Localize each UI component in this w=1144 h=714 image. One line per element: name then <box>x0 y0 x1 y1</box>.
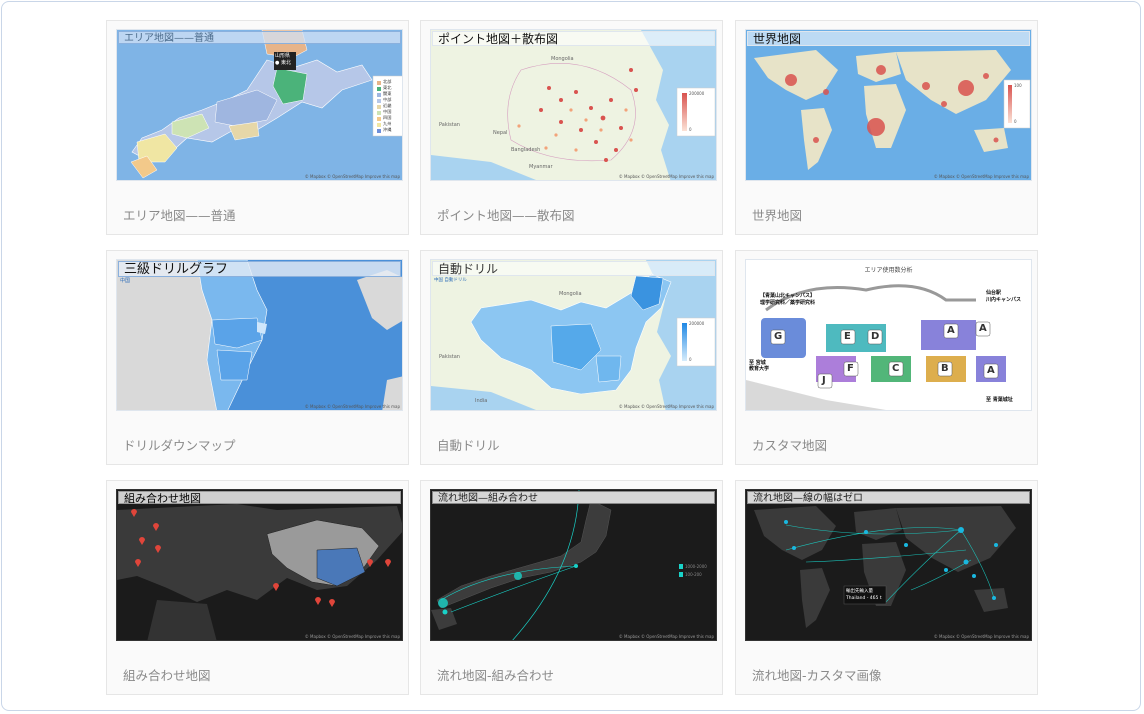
combination-map-svg <box>117 490 402 640</box>
place-label: Mongolia <box>551 56 574 62</box>
card-caption[interactable]: 組み合わせ地図 <box>123 665 211 684</box>
zone-label[interactable]: E <box>844 331 851 342</box>
world-map-svg <box>746 30 1031 180</box>
legend-min: 0 <box>1014 119 1017 124</box>
card-caption[interactable]: カスタマ地図 <box>752 435 827 454</box>
gallery-card-combination-map[interactable]: 組み合わせ地図 © Mapbox © OpenStreetMap Improve… <box>106 480 409 695</box>
map-tooltip: 輸出先輸入量 Thailand - 465 t <box>846 588 882 602</box>
legend-max: 200000 <box>689 321 705 326</box>
gallery-card-flow-custom-image[interactable]: 流れ地図—線の幅はゼロ 輸出先輸入量 Thailand - 465 t © Ma… <box>735 480 1038 695</box>
drilldown-map-svg <box>117 260 402 410</box>
map-attribution[interactable]: © Mapbox © OpenStreetMap Improve this ma… <box>619 174 714 179</box>
legend-min: 0 <box>689 357 692 362</box>
legend-max: 100 <box>1014 83 1022 88</box>
gallery-card-area-map[interactable]: エリア地図——普通 山形県 ● 東北 北部 東北 関東 中部 近畿 中国 四国 … <box>106 20 409 235</box>
label-text: 【青葉山北キャンパス】 <box>760 293 816 299</box>
gallery-card-custom-map[interactable]: エリア使用数分析 【青葉山北キャンパス】 理学研究科／薬学研究科 仙台駅 川内キ… <box>735 250 1038 465</box>
zone-label[interactable]: A <box>947 325 955 336</box>
gallery-card-drilldown-map[interactable]: 三級ドリルグラフ 中国 © Mapbox © OpenStreetMap Imp… <box>106 250 409 465</box>
map-attribution[interactable]: © Mapbox © OpenStreetMap Improve this ma… <box>305 404 400 409</box>
card-caption[interactable]: 流れ地図-組み合わせ <box>437 665 554 684</box>
thumbnail-drilldown-map[interactable]: 三級ドリルグラフ 中国 © Mapbox © OpenStreetMap Imp… <box>116 259 403 411</box>
map-attribution[interactable]: © Mapbox © OpenStreetMap Improve this ma… <box>305 174 400 179</box>
card-caption[interactable]: ポイント地図——散布図 <box>437 205 575 224</box>
map-attribution[interactable]: © Mapbox © OpenStreetMap Improve this ma… <box>934 174 1029 179</box>
map-title: 三級ドリルグラフ <box>118 261 401 277</box>
map-title: 世界地図 <box>747 31 1030 46</box>
place-label: Myanmar <box>529 164 553 170</box>
zone-label[interactable]: A <box>987 365 995 376</box>
tooltip-value: ● 東北 <box>275 60 291 66</box>
tooltip-title: 輸出先輸入量 <box>846 589 873 594</box>
zone-label[interactable]: A <box>979 323 987 334</box>
thumbnail-flow-combination[interactable]: 流れ地図—組み合わせ 1000-2000 100-200 © Mapbox © … <box>430 489 717 641</box>
point-map-svg <box>431 30 716 180</box>
card-caption[interactable]: 自動ドリル <box>437 435 500 454</box>
map-title: エリア使用数分析 <box>864 267 913 274</box>
station-label: 仙台駅 川内キャンパス <box>986 290 1021 304</box>
zone-label[interactable]: G <box>774 331 782 342</box>
map-tooltip: 山形県 ● 東北 <box>275 53 291 67</box>
place-label: Pakistan <box>439 122 460 128</box>
place-label: Bangladesh <box>511 147 541 153</box>
gallery-card-world-map[interactable]: 世界地図 100 0 © Mapbox © OpenStreetMap Impr… <box>735 20 1038 235</box>
card-caption[interactable]: 世界地図 <box>752 205 802 224</box>
zone-label[interactable]: B <box>941 363 949 374</box>
auto-drill-svg <box>431 260 716 410</box>
thumbnail-world-map[interactable]: 世界地図 100 0 © Mapbox © OpenStreetMap Impr… <box>745 29 1032 181</box>
thumbnail-flow-custom-image[interactable]: 流れ地図—線の幅はゼロ 輸出先輸入量 Thailand - 465 t © Ma… <box>745 489 1032 641</box>
legend-max: 200000 <box>689 91 705 96</box>
breadcrumb[interactable]: 中国 自動ドリル <box>434 277 467 283</box>
map-title: 組み合わせ地図 <box>118 491 401 505</box>
map-title: エリア地図——普通 <box>118 31 401 44</box>
breadcrumb[interactable]: 中国 <box>120 277 130 284</box>
legend-min: 0 <box>689 127 692 132</box>
thumbnail-combination-map[interactable]: 組み合わせ地図 © Mapbox © OpenStreetMap Improve… <box>116 489 403 641</box>
custom-map-svg <box>746 260 1031 410</box>
map-gallery-grid: エリア地図——普通 山形県 ● 東北 北部 東北 関東 中部 近畿 中国 四国 … <box>106 20 1038 696</box>
thumbnail-auto-drill[interactable]: 自動ドリル 中国 自動ドリル 200000 0 Mongolia Pakista… <box>430 259 717 411</box>
map-title: 流れ地図—線の幅はゼロ <box>747 491 1030 504</box>
map-attribution[interactable]: © Mapbox © OpenStreetMap Improve this ma… <box>619 634 714 639</box>
legend-item: 100-200 <box>685 572 702 577</box>
direction-label: 至 宮城教育大学 <box>749 360 770 372</box>
gallery-card-auto-drill[interactable]: 自動ドリル 中国 自動ドリル 200000 0 Mongolia Pakista… <box>420 250 723 465</box>
map-title: 流れ地図—組み合わせ <box>432 491 715 504</box>
campus-label: 【青葉山北キャンパス】 理学研究科／薬学研究科 <box>760 293 815 307</box>
label-text: 理学研究科／薬学研究科 <box>760 300 816 306</box>
card-caption[interactable]: エリア地図——普通 <box>123 205 236 224</box>
tooltip-title: 山形県 <box>275 53 291 59</box>
thumbnail-point-map[interactable]: ポイント地図＋散布図 200000 0 Mongolia Pakistan Ne… <box>430 29 717 181</box>
map-attribution[interactable]: © Mapbox © OpenStreetMap Improve this ma… <box>305 634 400 639</box>
thumbnail-custom-map[interactable]: エリア使用数分析 【青葉山北キャンパス】 理学研究科／薬学研究科 仙台駅 川内キ… <box>745 259 1032 411</box>
area-map-svg <box>117 30 402 180</box>
label-text: 仙台駅 <box>986 290 1002 296</box>
legend-item: 沖縄 <box>383 127 392 132</box>
label-text: 川内キャンパス <box>986 297 1022 303</box>
map-attribution[interactable]: © Mapbox © OpenStreetMap Improve this ma… <box>934 634 1029 639</box>
zone-label[interactable]: D <box>871 331 879 342</box>
flow-combination-svg <box>431 490 716 640</box>
map-attribution[interactable]: © Mapbox © OpenStreetMap Improve this ma… <box>619 404 714 409</box>
thumbnail-area-map[interactable]: エリア地図——普通 山形県 ● 東北 北部 東北 関東 中部 近畿 中国 四国 … <box>116 29 403 181</box>
place-label: Pakistan <box>439 354 460 360</box>
zone-label[interactable]: F <box>847 363 854 374</box>
flow-custom-image-svg <box>746 490 1031 640</box>
gallery-card-flow-combination[interactable]: 流れ地図—組み合わせ 1000-2000 100-200 © Mapbox © … <box>420 480 723 695</box>
card-caption[interactable]: ドリルダウンマップ <box>123 435 236 454</box>
direction-label: 至 青葉城址 <box>986 397 1013 403</box>
legend-item: 1000-2000 <box>685 564 707 569</box>
map-title: 自動ドリル <box>432 261 715 276</box>
zone-label[interactable]: J <box>822 375 826 386</box>
place-label: India <box>475 398 488 404</box>
map-legend: 北部 東北 関東 中部 近畿 中国 四国 九州 沖縄 <box>383 79 391 133</box>
place-label: Nepal <box>493 130 508 136</box>
gallery-card-point-map[interactable]: ポイント地図＋散布図 200000 0 Mongolia Pakistan Ne… <box>420 20 723 235</box>
tooltip-value: Thailand - 465 t <box>846 596 882 601</box>
zone-label[interactable]: C <box>892 363 899 374</box>
card-caption[interactable]: 流れ地図-カスタマ画像 <box>752 665 882 684</box>
place-label: Mongolia <box>559 291 582 297</box>
map-title: ポイント地図＋散布図 <box>432 31 715 46</box>
